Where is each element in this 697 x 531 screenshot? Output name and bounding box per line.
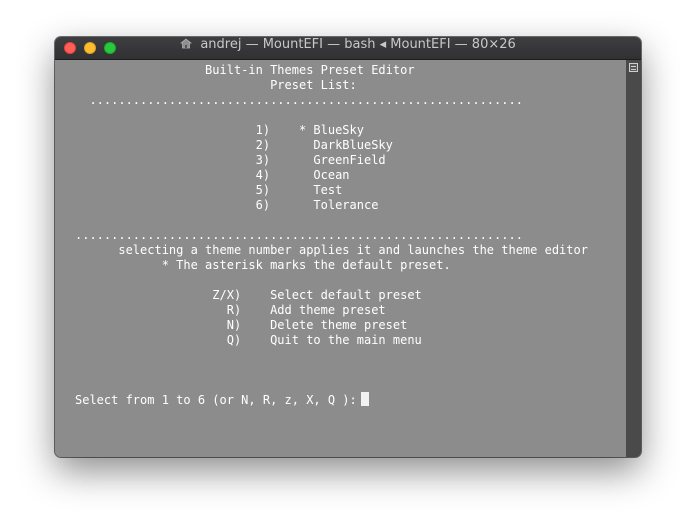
home-icon [180,38,193,49]
window-title: andrej — MountEFI — bash ◂ MountEFI — 80… [200,37,516,52]
terminal-line-17: R) Add theme preset [75,303,386,317]
terminal-line-5: 1) * BlueSky [75,123,364,137]
terminal-line-16: Z/X) Select default preset [75,288,422,302]
terminal-line-7: 3) GreenField [75,153,386,167]
terminal-line-6: 2) DarkBlueSky [75,138,393,152]
terminal-scrollbar[interactable] [626,60,641,457]
terminal-line-9: 5) Test [75,183,343,197]
scroll-split-icon[interactable] [629,63,638,72]
terminal-line-14: * The asterisk marks the default preset. [75,258,451,272]
terminal-window: andrej — MountEFI — bash ◂ MountEFI — 80… [55,37,641,457]
terminal-line-18: N) Delete theme preset [75,318,408,332]
terminal-line-8: 4) Ocean [75,168,350,182]
terminal-line-13: selecting a theme number applies it and … [75,243,588,257]
terminal-screen[interactable]: Built-in Themes Preset Editor Preset Lis… [55,60,626,457]
terminal-line-19: Q) Quit to the main menu [75,333,422,347]
terminal-line-3: ........................................… [75,93,523,107]
terminal-line-12: ........................................… [75,228,523,242]
window-title-container: andrej — MountEFI — bash ◂ MountEFI — 80… [55,37,641,59]
terminal-line-1: Built-in Themes Preset Editor [75,63,415,77]
title-bar[interactable]: andrej — MountEFI — bash ◂ MountEFI — 80… [55,37,641,60]
terminal-cursor [361,392,369,406]
terminal-prompt: Select from 1 to 6 (or N, R, z, X, Q ): [75,393,357,407]
terminal-line-10: 6) Tolerance [75,198,379,212]
terminal-line-2: Preset List: [75,78,357,92]
